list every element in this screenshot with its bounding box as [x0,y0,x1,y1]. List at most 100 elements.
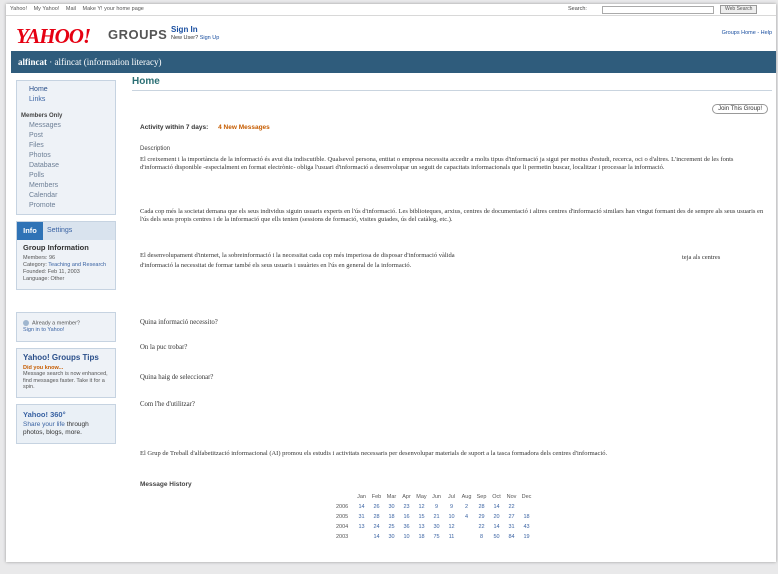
month-header: Aug [461,494,472,500]
sidebar-item-database[interactable]: Database [17,161,115,171]
web-search-button[interactable]: Web Search [720,5,758,14]
sidebar-item-post[interactable]: Post [17,131,115,141]
yahoo-logo[interactable]: YAHOO! [16,24,91,49]
category-link[interactable]: Teaching and Research [48,262,106,268]
history-count[interactable]: 75 [429,532,444,542]
groups-home-help-links[interactable]: Groups Home - Help [722,30,772,36]
sidebar-item-links[interactable]: Links [17,95,115,105]
history-count[interactable]: 8 [474,532,489,542]
question-2: On la puc trobar? [140,344,188,351]
sign-in-link[interactable]: Sign In [171,25,198,34]
history-count[interactable]: 84 [504,532,519,542]
util-link-my-yahoo[interactable]: My Yahoo! [34,6,60,12]
sidebar-item-files[interactable]: Files [17,141,115,151]
utility-links: Yahoo! My Yahoo! Mail Make Y! your home … [10,6,149,12]
description-paragraph-3-cont: d'informació la necessitat de formar tam… [140,262,412,269]
history-count[interactable]: 10 [444,512,459,522]
history-count[interactable]: 9 [444,502,459,512]
history-count[interactable]: 27 [504,512,519,522]
history-count[interactable]: 4 [459,512,474,522]
history-count[interactable]: 30 [384,502,399,512]
sidebar-item-messages[interactable]: Messages [17,121,115,131]
util-link-mail[interactable]: Mail [66,6,76,12]
category-label: Category: [23,262,47,268]
month-header: Jun [432,494,441,500]
history-count[interactable]: 18 [519,512,534,522]
activity-suffix: New Messages [223,124,270,131]
search-input[interactable] [602,6,714,14]
history-year: 2004 [336,524,349,530]
month-header: Sep [476,494,487,500]
history-count[interactable]: 26 [369,502,384,512]
history-count[interactable]: 13 [354,522,369,532]
history-count[interactable] [354,532,369,542]
sidebar-item-calendar[interactable]: Calendar [17,191,115,201]
history-count[interactable]: 29 [474,512,489,522]
history-count[interactable]: 30 [384,532,399,542]
month-header: Dec [521,494,532,500]
history-count[interactable] [459,522,474,532]
new-messages-link[interactable]: 4 New Messages [218,124,270,131]
history-year: 2003 [336,534,349,540]
sidebar-item-members[interactable]: Members [17,181,115,191]
history-count[interactable]: 10 [399,532,414,542]
history-count[interactable]: 14 [489,522,504,532]
history-count[interactable]: 14 [489,502,504,512]
members-only-header: Members Only [21,113,63,119]
history-count[interactable] [459,532,474,542]
history-count[interactable]: 9 [429,502,444,512]
message-history-table: Jan Feb Mar Apr May Jun Jul Aug Sep Oct … [336,492,534,542]
month-header: May [416,494,427,500]
history-count[interactable]: 11 [444,532,459,542]
sign-up-link[interactable]: Sign Up [200,35,220,41]
history-count[interactable]: 28 [474,502,489,512]
already-member-text: Already a member? [32,320,80,327]
util-link-yahoo[interactable]: Yahoo! [10,6,27,12]
tab-info[interactable]: Info [17,222,43,240]
tab-settings[interactable]: Settings [47,222,72,240]
sign-in-yahoo-link[interactable]: Sign in to Yahoo! [23,327,64,333]
history-count[interactable]: 31 [354,512,369,522]
history-count[interactable]: 20 [489,512,504,522]
history-count[interactable]: 22 [474,522,489,532]
history-count[interactable]: 18 [414,532,429,542]
y360-link[interactable]: Share your life [23,421,65,428]
history-count[interactable]: 28 [369,512,384,522]
sidebar-item-promote[interactable]: Promote [17,201,115,211]
group-info-box: Info Settings Group Information Members:… [16,221,116,290]
founded-date: Founded: Feb 11, 2003 [23,269,80,275]
activity-label: Activity within 7 days: [140,124,209,131]
group-name[interactable]: alfincat · alfincat (information literac… [18,57,161,67]
history-count[interactable] [519,502,534,512]
activity-count: 4 [218,124,222,131]
history-count[interactable]: 24 [369,522,384,532]
new-user-line: New User? Sign Up [171,35,219,41]
join-group-button[interactable]: Join This Group! [712,104,768,114]
util-link-make-home[interactable]: Make Y! your home page [83,6,144,12]
history-count[interactable]: 13 [414,522,429,532]
history-count[interactable]: 36 [399,522,414,532]
history-count[interactable]: 14 [354,502,369,512]
history-count[interactable]: 14 [369,532,384,542]
history-count[interactable]: 50 [489,532,504,542]
description-paragraph-1: El creixement i la importància de la inf… [140,156,734,171]
sidebar-item-home[interactable]: Home [17,85,115,95]
history-count[interactable]: 25 [384,522,399,532]
history-count[interactable]: 19 [519,532,534,542]
history-count[interactable]: 12 [414,502,429,512]
history-count[interactable]: 22 [504,502,519,512]
info-dot-icon [23,320,29,326]
sidebar-item-polls[interactable]: Polls [17,171,115,181]
history-count[interactable]: 31 [504,522,519,532]
history-count[interactable]: 12 [444,522,459,532]
question-3: Quina haig de seleccionar? [140,374,214,381]
history-count[interactable]: 30 [429,522,444,532]
history-count[interactable]: 15 [414,512,429,522]
history-count[interactable]: 18 [384,512,399,522]
history-count[interactable]: 43 [519,522,534,532]
history-count[interactable]: 21 [429,512,444,522]
history-count[interactable]: 16 [399,512,414,522]
history-count[interactable]: 23 [399,502,414,512]
history-count[interactable]: 2 [459,502,474,512]
sidebar-item-photos[interactable]: Photos [17,151,115,161]
